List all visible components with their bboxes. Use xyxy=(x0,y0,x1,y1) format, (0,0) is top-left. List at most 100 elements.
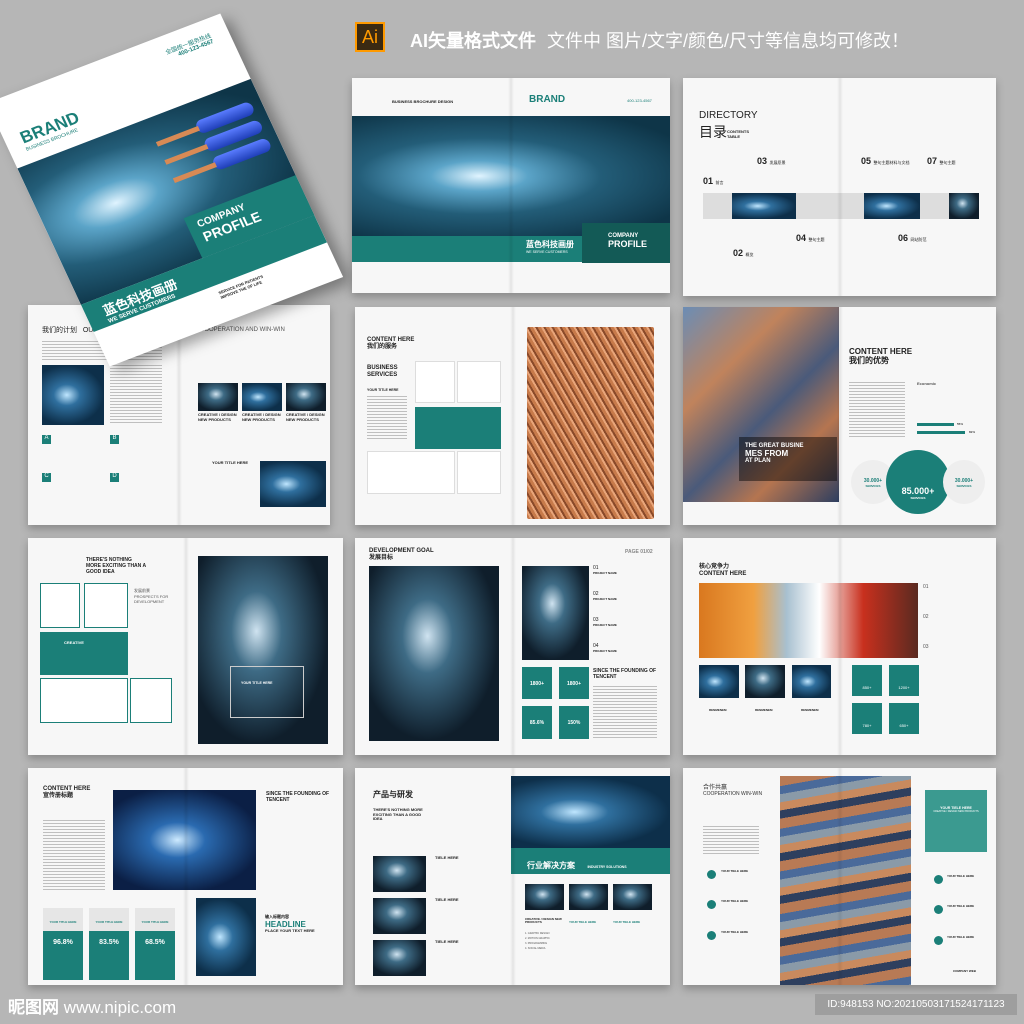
dir-item-02[interactable]: 02 概览 xyxy=(733,248,754,258)
project-04: 04 PROJECT NAME xyxy=(593,643,617,653)
ai-badge: Ai xyxy=(355,22,385,52)
project-01: 01 PROJECT NAME xyxy=(593,565,617,575)
bar-82 xyxy=(917,431,965,434)
core-item-03: 03 xyxy=(923,644,929,650)
spread-creative: THERE'S NOTHING MORE EXCITING THAN A GOO… xyxy=(28,538,343,755)
city-photo xyxy=(260,461,326,507)
copper-cables-photo xyxy=(780,776,911,985)
headline-block: 输入标题内容 HEADLINE PLACE YOUR TEXT HERE xyxy=(265,914,315,933)
core-item-02: 02 xyxy=(923,614,929,620)
cover-phone: 全国统一服务热线 400-123-4567 xyxy=(164,33,215,58)
highlight-card: YOUR TIELE HERE CREATIVE / DESIGN NEW PRO… xyxy=(925,790,987,852)
stat-tile: 1800+ xyxy=(559,667,589,699)
item-icon xyxy=(707,931,716,940)
development-title: DEVELOPMENT GOAL 发展目标 xyxy=(369,548,434,561)
dir-item-06[interactable]: 06 网站防范 xyxy=(898,233,927,243)
banner: AI矢量格式文件 文件中 图片/文字/颜色/尺寸等信息均可修改！ xyxy=(410,27,909,53)
fiber-photo xyxy=(196,898,256,976)
item-icon xyxy=(934,936,943,945)
since-heading: SINCE THE FOUNDING OF TENCENT xyxy=(266,791,330,803)
dir-item-04[interactable]: 04 整句主题 xyxy=(796,233,825,243)
since-heading: SINCE THE FOUNDING OF TENCENT xyxy=(593,668,657,680)
core-title: 核心竞争力 CONTENT HERE xyxy=(699,564,747,577)
stat-right: 30.000+ SERVICES xyxy=(943,460,985,504)
nipic-watermark: 昵图网 www.nipic.com xyxy=(8,998,177,1017)
directory-title: DIRECTORY xyxy=(699,110,758,121)
dir-item-05[interactable]: 05 整句主题材料与文档 xyxy=(861,156,910,166)
product-title: 产品与研发 xyxy=(373,790,413,799)
economic-label: Economic xyxy=(917,381,937,386)
wire-photo xyxy=(113,790,256,890)
advantage-title: CONTENT HERE 我们的优势 xyxy=(849,347,913,366)
card-label: CREATIVE / DESIGN NEW PRODUCTS xyxy=(286,412,325,422)
photo xyxy=(198,383,238,411)
creative-label: CREATIVE / DESIGN NEW PRODUCTS xyxy=(525,917,562,925)
hero-photo xyxy=(511,776,670,848)
bar-1-label: 55% xyxy=(957,422,964,426)
spread-directory: DIRECTORY 目录 CONTENTS TABLE 01 前言 02 概览 … xyxy=(683,78,996,296)
item-icon xyxy=(934,905,943,914)
item-icon xyxy=(707,870,716,879)
photo xyxy=(286,383,326,411)
spread-services: CONTENT HERE 我们的服务 BUSINESS SERVICES YOUR… xyxy=(355,307,670,525)
your-title: YOUR TITLE HERE xyxy=(212,460,249,465)
services-title: CONTENT HERE 我们的服务 xyxy=(367,337,415,350)
creative-card: CREATIVE xyxy=(40,632,128,675)
tile-title: TIELE HERE xyxy=(435,939,459,944)
page-number: PAGE 01/02 xyxy=(625,549,653,555)
core-label: RENMENEM xyxy=(709,708,727,712)
coop-title: COOPERATION AND WIN-WIN xyxy=(200,327,285,333)
spread-cooperation: 合作共赢 COOPERATION WIN-WIN YOUR TIELE HERE … xyxy=(683,768,996,985)
company-web: COMPANY WEB xyxy=(953,969,976,973)
your-title: YOUR TIELE HERE xyxy=(947,874,975,878)
your-title: YOUR TIELE HERE xyxy=(947,904,975,908)
image-id: ID:948153 NO:20210503171524171123 xyxy=(815,994,1017,1015)
image-strip xyxy=(703,193,979,219)
your-title: YOUR TITLE HERE xyxy=(367,388,399,392)
spread-development: DEVELOPMENT GOAL 发展目标 PAGE 01/02 01 PROJEC… xyxy=(355,538,670,755)
stat-card: 96.8% xyxy=(43,931,83,980)
stat-main: 85.000+ SERVICES xyxy=(886,450,950,514)
title-band: 蓝色科技画册 WE SERVE CUSTOMERS xyxy=(352,236,582,262)
dir-item-03[interactable]: 03 发展愿景 xyxy=(757,156,786,166)
card-label: CREATIVE / DESIGN NEW PRODUCTS xyxy=(242,412,281,422)
company-profile: COMPANY PROFILE xyxy=(582,223,670,263)
stat-card: 68.5% xyxy=(135,931,175,980)
your-title: YOUR TIELE HERE xyxy=(721,869,749,873)
spread-content: CONTENT HERE 宣传册标题 SINCE THE FOUNDING OF … xyxy=(28,768,343,985)
your-title: YOUR TIELE HERE xyxy=(721,930,749,934)
core-label: RENMENEM xyxy=(755,708,773,712)
creative-heading: THERE'S NOTHING MORE EXCITING THAN A GOO… xyxy=(86,557,146,575)
service-card-featured xyxy=(415,407,501,449)
content-title: CONTENT HERE 宣传册标题 xyxy=(43,786,91,799)
industry-band: 行业解决方案 INDUSTRY SOLUTIONS xyxy=(511,848,670,874)
photo xyxy=(42,365,104,425)
stat-tile: 150% xyxy=(559,706,589,739)
stat-card: 83.5% xyxy=(89,931,129,980)
directory-sub: CONTENTS TABLE xyxy=(727,129,749,139)
letter-d: D xyxy=(110,473,119,482)
coop-title: 合作共赢 COOPERATION WIN-WIN xyxy=(703,785,763,797)
your-title: YOUR TIELE HERE xyxy=(947,935,975,939)
project-02: 02 PROJECT NAME xyxy=(593,591,617,601)
bar-55 xyxy=(917,423,954,426)
quote-box: THE GREAT BUSINE MES FROM AT PLAN xyxy=(739,437,837,481)
card-label: CREATIVE / DESIGN NEW PRODUCTS xyxy=(198,412,237,422)
your-title: YOUR TIELE HERE xyxy=(569,920,597,924)
dir-item-07[interactable]: 07 整句主题 xyxy=(927,156,956,166)
services-heading: BUSINESS SERVICES xyxy=(367,365,398,378)
quote-frame: YOUR TITLE HERE xyxy=(230,666,304,718)
stat-tile: 1800+ xyxy=(522,667,552,699)
letter-a: A xyxy=(42,435,51,444)
phone: 400-123-4567 xyxy=(627,98,652,103)
stat-tile: 85.6% xyxy=(522,706,552,739)
banner-subtitle: 文件中 图片/文字/颜色/尺寸等信息均可修改！ xyxy=(547,31,910,51)
dir-item-01[interactable]: 01 前言 xyxy=(703,176,724,186)
prospects: 发展前景 PROSPECTS FOR DEVELOPMENT xyxy=(134,588,169,604)
spread-brochure-cover: BUSINESS BROCHURE DESIGN BRAND 400-123-4… xyxy=(352,78,670,293)
your-title: YOUR TITLE HERE xyxy=(43,908,83,931)
letter-b: B xyxy=(110,435,119,444)
spread-advantage: THE GREAT BUSINE MES FROM AT PLAN CONTENT … xyxy=(683,307,996,525)
cable-photo xyxy=(522,566,589,660)
blurred-cable-photo xyxy=(699,583,918,658)
